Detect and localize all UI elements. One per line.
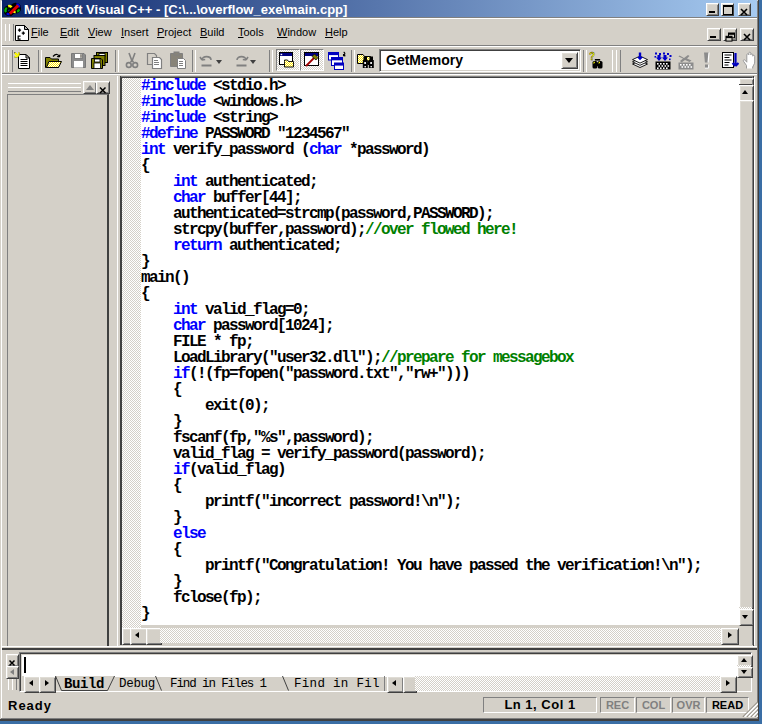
- svg-text:?: ?: [589, 51, 595, 62]
